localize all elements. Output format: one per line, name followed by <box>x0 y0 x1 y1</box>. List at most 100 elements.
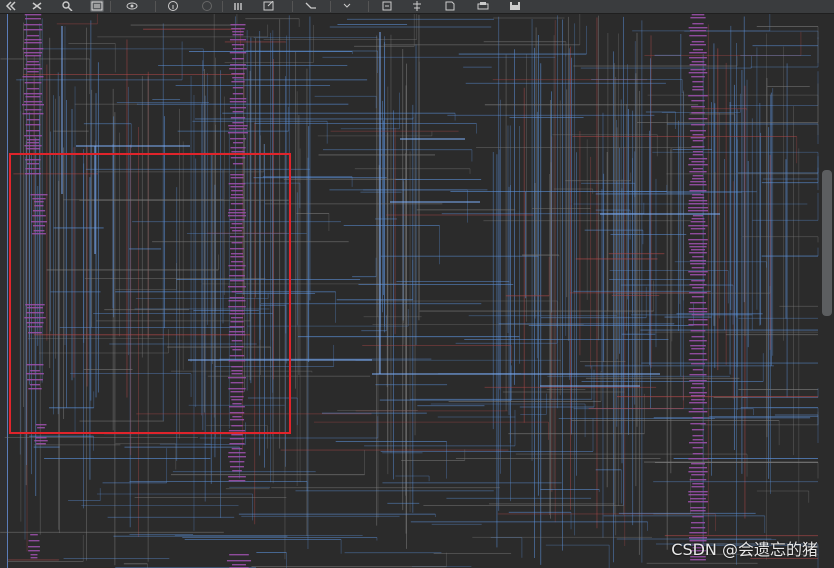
instance-label-block <box>25 96 41 98</box>
instance-label-block <box>692 417 704 419</box>
instance-label-block <box>228 212 246 214</box>
instance-label-block <box>34 432 48 434</box>
instance-label-block <box>691 267 705 269</box>
instance-label-block <box>688 491 708 493</box>
instance-label-block <box>691 463 705 465</box>
instance-label-block <box>230 321 244 323</box>
instance-label-block <box>25 18 41 20</box>
instance-label-block <box>231 151 245 153</box>
route-button[interactable] <box>304 0 318 12</box>
instance-label-block <box>692 81 704 83</box>
scrollbar-thumb[interactable] <box>822 170 832 316</box>
instance-label-block <box>231 425 243 427</box>
instance-label-block <box>231 370 243 372</box>
export-icon <box>263 1 274 11</box>
instance-label-block <box>230 194 244 196</box>
instance-label-block <box>692 447 704 449</box>
instance-label-block <box>228 215 246 217</box>
instance-label-block <box>230 391 244 393</box>
instance-label-block <box>27 379 43 381</box>
instance-label-block <box>230 64 246 66</box>
instance-label-block <box>22 104 44 106</box>
instance-label-block <box>691 41 705 43</box>
instance-label-block <box>232 111 244 113</box>
instance-label-block <box>692 175 704 177</box>
info-button[interactable] <box>166 0 180 12</box>
dropdown-arrow-button[interactable] <box>340 0 354 12</box>
instance-label-block <box>690 498 706 500</box>
instance-label-block <box>229 269 245 271</box>
info-icon <box>168 1 178 11</box>
instance-label-block <box>232 230 242 232</box>
align-button[interactable] <box>410 0 424 12</box>
print-button[interactable] <box>476 0 490 12</box>
instance-label-block <box>228 377 246 379</box>
instance-label-block <box>688 311 708 313</box>
instance-label-block <box>692 86 704 88</box>
instance-label-block <box>30 557 38 559</box>
expand-icon <box>32 2 42 10</box>
instance-label-block <box>25 148 41 150</box>
instance-label-block <box>229 313 245 315</box>
schematic-view-button[interactable] <box>90 0 104 12</box>
instance-label-block <box>229 68 247 70</box>
expand-button[interactable] <box>30 0 44 12</box>
instance-label-block <box>688 158 708 160</box>
instance-label-block <box>688 359 708 361</box>
double-chevron-left-button[interactable] <box>4 0 18 12</box>
add-page-button[interactable] <box>380 0 394 12</box>
instance-label-block <box>690 507 706 509</box>
zoom-search-button[interactable] <box>60 0 74 12</box>
instance-label-block <box>26 322 44 324</box>
instance-label-block <box>229 98 247 100</box>
instance-label-block <box>230 256 244 258</box>
instance-label-block <box>229 236 245 238</box>
instance-label-block <box>691 336 705 338</box>
cancel-circle-icon <box>202 1 212 11</box>
instance-label-block <box>26 364 44 366</box>
instance-label-block <box>22 113 44 115</box>
instance-label-block <box>27 142 39 144</box>
save-button[interactable] <box>508 0 522 12</box>
instance-label-block <box>226 560 252 562</box>
instance-label-block <box>690 263 706 265</box>
instance-label-block <box>229 52 247 54</box>
document-button[interactable] <box>443 0 457 12</box>
schematic-view-icon <box>91 1 103 11</box>
instance-label-block <box>27 71 39 73</box>
cancel-circle-button[interactable] <box>200 0 214 12</box>
instance-label-block <box>689 340 707 342</box>
instance-label-block <box>688 501 708 503</box>
instance-label-block <box>689 252 707 254</box>
instance-label-block <box>688 324 708 326</box>
eye-settings-button[interactable] <box>125 0 139 12</box>
chip-button[interactable] <box>232 0 246 12</box>
instance-label-block <box>23 52 43 54</box>
instance-label-block <box>688 239 708 241</box>
export-button[interactable] <box>262 0 276 12</box>
instance-label-block <box>229 275 245 277</box>
instance-label-block <box>32 233 46 235</box>
instance-label-block <box>689 302 707 304</box>
instance-label-block <box>231 28 245 30</box>
instance-label-block <box>689 64 707 66</box>
instance-label-block <box>692 383 704 385</box>
instance-label-block <box>232 564 246 566</box>
schematic-canvas[interactable] <box>0 14 820 568</box>
instance-label-block <box>692 369 704 371</box>
instance-label-block <box>231 434 243 436</box>
instance-label-block <box>229 39 247 41</box>
instance-label-block <box>228 360 246 362</box>
instance-label-block <box>229 128 247 130</box>
instance-label-block <box>691 76 705 78</box>
instance-label-block <box>231 223 243 225</box>
instance-label-block <box>690 510 706 512</box>
instance-label-block <box>688 118 708 120</box>
instance-label-block <box>232 142 244 144</box>
instance-label-block <box>230 24 246 26</box>
instance-label-block <box>690 527 706 529</box>
zoom-search-icon <box>62 1 73 11</box>
instance-label-block <box>24 145 42 147</box>
instance-label-block <box>25 124 41 126</box>
instance-label-block <box>688 494 708 496</box>
